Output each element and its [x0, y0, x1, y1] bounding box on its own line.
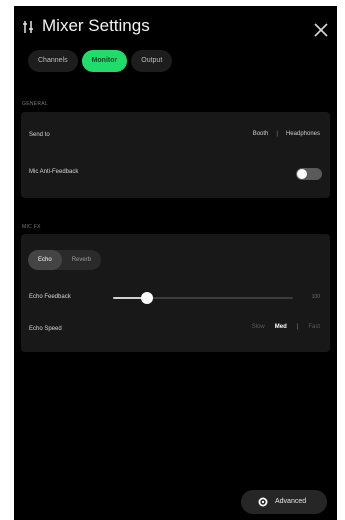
toggle-knob — [297, 169, 307, 179]
send-option-headphones[interactable]: Headphones — [286, 131, 320, 137]
speed-options-divider: | — [296, 324, 299, 330]
panel-header: Mixer Settings — [22, 16, 329, 40]
send-to-label: Send to — [29, 132, 50, 138]
fx-type-tabs: Echo Reverb — [28, 250, 102, 270]
send-options-divider: | — [276, 131, 278, 137]
echo-speed-label: Echo Speed — [29, 326, 62, 332]
general-card: Send to Booth | Headphones Mic Anti-Feed… — [21, 112, 330, 198]
page-title: Mixer Settings — [42, 16, 150, 35]
tab-echo[interactable]: Echo — [28, 250, 62, 270]
echo-feedback-slider[interactable] — [113, 292, 293, 304]
mixer-settings-panel: Mixer Settings Channels Monitor Output G… — [14, 6, 337, 520]
tab-channels[interactable]: Channels — [28, 50, 78, 72]
send-option-booth[interactable]: Booth — [253, 131, 269, 137]
echo-feedback-max: 100 — [311, 294, 320, 300]
mic-anti-feedback-label: Mic Anti-Feedback — [29, 169, 79, 175]
advanced-button-label: Advanced — [275, 498, 307, 505]
gear-icon — [258, 497, 268, 507]
slider-thumb[interactable] — [141, 292, 154, 304]
section-label-mic-fx: MIC FX — [22, 224, 41, 230]
tab-monitor[interactable]: Monitor — [81, 50, 128, 72]
echo-feedback-label: Echo Feedback — [29, 294, 71, 300]
tab-output[interactable]: Output — [131, 50, 173, 72]
speed-option-med[interactable]: Med — [275, 324, 287, 330]
echo-speed-options: Slow Med | Fast — [252, 324, 320, 330]
mic-anti-feedback-toggle[interactable] — [296, 168, 322, 180]
send-to-options: Booth | Headphones — [253, 131, 320, 137]
speed-option-slow[interactable]: Slow — [252, 324, 265, 330]
close-icon[interactable] — [313, 22, 329, 38]
speed-option-fast[interactable]: Fast — [308, 324, 320, 330]
mic-fx-card: Echo Reverb Echo Feedback 100 Echo Speed… — [21, 234, 330, 352]
tab-reverb[interactable]: Reverb — [62, 250, 101, 270]
mixer-sliders-icon — [23, 21, 33, 33]
settings-tabs: Channels Monitor Output — [28, 50, 173, 74]
advanced-button[interactable]: Advanced — [241, 490, 327, 514]
section-label-general: GENERAL — [22, 101, 48, 107]
